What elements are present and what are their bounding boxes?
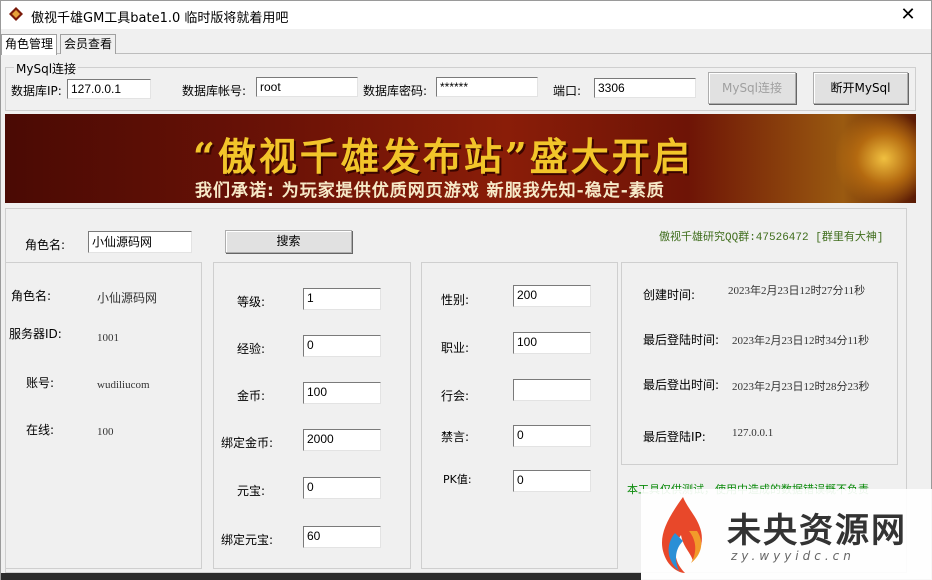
main-window: 傲视千雄GM工具bate1.0 临时版将就着用吧 ✕ 角色管理 会员查看 MyS… [0, 0, 932, 580]
db-ip-label: 数据库IP: [11, 84, 62, 98]
banner-title: “傲视千雄发布站”盛大开启 [193, 134, 694, 179]
gender-input[interactable]: 200 [513, 285, 591, 307]
db-user-label: 数据库帐号: [182, 84, 247, 98]
level-label: 等级: [237, 295, 266, 309]
info-name-label: 角色名: [11, 289, 52, 303]
created-time-label: 创建时间: [643, 288, 696, 302]
gold-input[interactable]: 100 [303, 382, 381, 404]
info-server-label: 服务器ID: [9, 327, 62, 341]
info-online-value: 100 [97, 426, 114, 438]
bound-yuanbao-label: 绑定元宝: [221, 533, 274, 547]
last-logout-time-label: 最后登出时间: [643, 378, 720, 392]
last-login-ip-value: 127.0.0.1 [732, 427, 774, 439]
info-name-value: 小仙源码网 [97, 291, 158, 305]
watermark-overlay: 未央资源网 zy.wyyidc.cn [641, 489, 932, 580]
db-user-input[interactable]: root [256, 77, 358, 97]
exp-label: 经验: [237, 342, 266, 356]
role-name-search-input[interactable]: 小仙源码网 [88, 231, 192, 253]
watermark-text: 未央资源网 [727, 511, 907, 551]
banner-glow [836, 114, 916, 203]
gender-label: 性别: [441, 293, 470, 307]
role-name-search-label: 角色名: [25, 238, 66, 252]
last-login-time-label: 最后登陆时间: [643, 333, 720, 347]
pk-label: PK值: [443, 473, 472, 486]
mysql-connect-button[interactable]: MySql连接 [708, 72, 796, 104]
app-icon [9, 7, 23, 21]
db-port-input[interactable]: 3306 [594, 78, 696, 98]
mute-input[interactable]: 0 [513, 425, 591, 447]
info-online-label: 在线: [26, 423, 55, 437]
window-title: 傲视千雄GM工具bate1.0 临时版将就着用吧 [31, 11, 289, 26]
info-account-label: 账号: [26, 376, 55, 390]
qq-group-text: 傲视千雄研究QQ群:47526472 [群里有大神] [659, 232, 884, 244]
guild-label: 行会: [441, 389, 470, 403]
yuanbao-label: 元宝: [237, 484, 266, 498]
last-logout-time-value: 2023年2月23日12时28分23秒 [732, 381, 870, 393]
tab-member-view[interactable]: 会员查看 [60, 34, 117, 54]
background-strip [1, 573, 641, 580]
tab-role-management[interactable]: 角色管理 [1, 34, 58, 55]
guild-input[interactable] [513, 379, 591, 401]
last-login-time-value: 2023年2月23日12时34分11秒 [732, 335, 870, 347]
bound-yuanbao-input[interactable]: 60 [303, 526, 381, 548]
promo-banner: “傲视千雄发布站”盛大开启 我们承诺: 为玩家提供优质网页游戏 新服我先知-稳定… [5, 114, 916, 203]
watermark-url: zy.wyyidc.cn [731, 549, 855, 563]
db-password-label: 数据库密码: [363, 84, 428, 98]
info-server-value: 1001 [97, 332, 119, 344]
mysql-disconnect-button[interactable]: 断开MySql [813, 72, 908, 104]
close-button[interactable]: ✕ [885, 1, 931, 29]
db-port-label: 端口: [553, 84, 582, 98]
level-input[interactable]: 1 [303, 288, 381, 310]
role-info-box [5, 262, 202, 569]
search-button[interactable]: 搜索 [225, 230, 352, 253]
pk-input[interactable]: 0 [513, 470, 591, 492]
job-label: 职业: [441, 341, 470, 355]
mysql-group-legend: MySql连接 [14, 60, 79, 77]
tab-strip: 角色管理 会员查看 [1, 34, 931, 55]
db-ip-input[interactable]: 127.0.0.1 [67, 79, 151, 99]
flame-logo-icon [661, 497, 702, 573]
banner-subtitle: 我们承诺: 为玩家提供优质网页游戏 新服我先知-稳定-素质 [195, 181, 665, 201]
db-password-input[interactable]: ****** [436, 77, 538, 97]
job-input[interactable]: 100 [513, 332, 591, 354]
exp-input[interactable]: 0 [303, 335, 381, 357]
bound-gold-label: 绑定金币: [221, 436, 274, 450]
role-attr-box [421, 262, 618, 569]
title-bar: 傲视千雄GM工具bate1.0 临时版将就着用吧 ✕ [1, 1, 931, 29]
last-login-ip-label: 最后登陆IP: [643, 430, 706, 444]
gold-label: 金币: [237, 389, 266, 403]
mute-label: 禁言: [441, 430, 470, 444]
bound-gold-input[interactable]: 2000 [303, 429, 381, 451]
yuanbao-input[interactable]: 0 [303, 477, 381, 499]
created-time-value: 2023年2月23日12时27分11秒 [728, 285, 866, 297]
info-account-value: wudiliucom [97, 379, 150, 391]
